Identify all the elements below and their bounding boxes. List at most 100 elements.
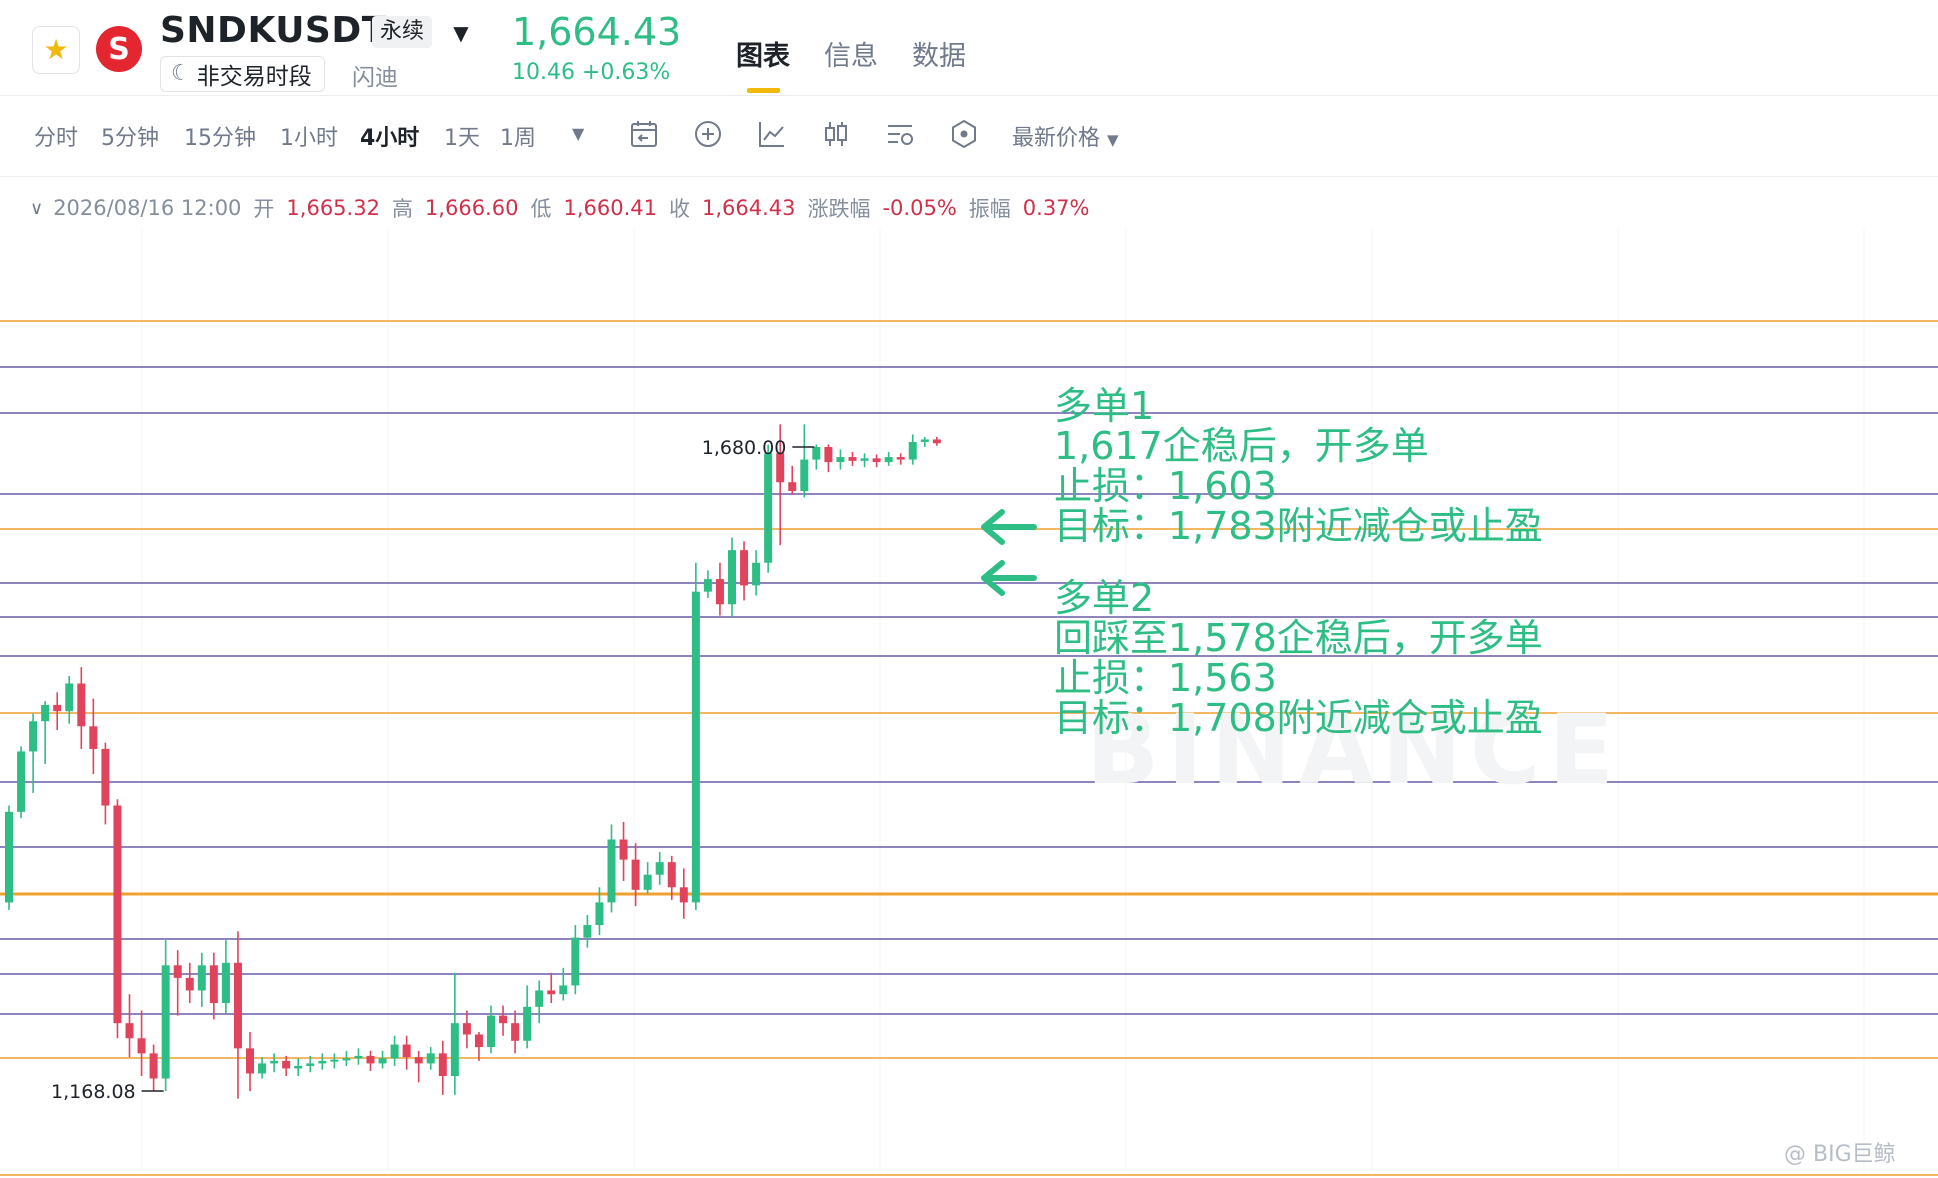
candle-up — [535, 990, 544, 1007]
candle-type-icon[interactable] — [820, 118, 852, 150]
candle-up — [41, 704, 50, 722]
candle-down — [282, 1060, 291, 1069]
candle-down — [101, 748, 110, 806]
candle-down — [89, 726, 98, 749]
candle-up — [559, 985, 568, 995]
interval-4h[interactable]: 4小时 — [360, 120, 419, 152]
candle-up — [197, 965, 206, 991]
active-tab-indicator — [747, 88, 780, 93]
change-value: -0.05% — [882, 196, 957, 220]
price-type-select[interactable]: 最新价格 ▼ — [1012, 120, 1119, 152]
tab-info[interactable]: 信息 — [824, 34, 878, 73]
candle-up — [691, 591, 700, 903]
candle-down — [185, 977, 194, 991]
amplitude-value: 0.37% — [1022, 196, 1090, 220]
annotation-line: 回踩至1,578企稳后，开多单 — [1054, 616, 1543, 660]
candle-up — [655, 862, 664, 875]
candle-up — [294, 1065, 303, 1069]
candle-down — [149, 1053, 158, 1079]
candle-up — [523, 1006, 532, 1041]
candle-down — [137, 1038, 146, 1054]
candle-up — [884, 457, 893, 463]
candle-down — [788, 482, 797, 492]
candle-up — [571, 937, 580, 986]
interval-1w[interactable]: 1周 — [500, 120, 536, 152]
candle-up — [836, 457, 845, 463]
open-value: 1,665.32 — [286, 196, 380, 220]
candle-up — [450, 1023, 459, 1077]
interval-5m[interactable]: 5分钟 — [101, 120, 159, 152]
change-label: 涨跌幅 — [807, 197, 871, 221]
candle-down — [173, 965, 182, 978]
candle-down — [667, 862, 676, 888]
candle-down — [824, 447, 833, 463]
candle-up — [426, 1053, 435, 1064]
candle-up — [764, 453, 773, 563]
candle-down — [474, 1034, 483, 1048]
candle-up — [487, 1015, 495, 1048]
candle-down — [246, 1048, 254, 1074]
candle-up — [920, 439, 929, 442]
symbol-name[interactable]: SNDKUSDT — [160, 10, 387, 51]
more-intervals-icon[interactable]: ▼ — [572, 124, 584, 143]
candle-down — [209, 965, 218, 1004]
candle-up — [161, 965, 170, 1079]
company-name: 闪迪 — [352, 65, 398, 91]
author-credit: @ BIG巨鲸 — [1784, 1142, 1896, 1167]
indicator-icon[interactable] — [756, 118, 788, 150]
candle-down — [402, 1044, 411, 1058]
close-label: 收 — [668, 197, 690, 221]
left-arrow-icon — [981, 560, 1037, 596]
open-label: 开 — [253, 197, 275, 221]
annotation-line: 1,617企稳后，开多单 — [1054, 424, 1429, 468]
candle-up — [390, 1044, 399, 1059]
favorite-button[interactable]: ★ — [32, 26, 80, 74]
candle-up — [378, 1058, 387, 1064]
candle-down — [499, 1015, 508, 1024]
candle-down — [896, 457, 905, 460]
calendar-back-icon[interactable] — [628, 118, 660, 150]
candle-down — [848, 457, 857, 461]
tab-chart[interactable]: 图表 — [736, 34, 790, 73]
annotation-line: 多单1 — [1054, 384, 1155, 428]
candle-up — [860, 458, 869, 461]
price-change: 10.46 +0.63% — [512, 60, 671, 85]
plus-circle-icon[interactable] — [692, 118, 724, 150]
candle-up — [270, 1060, 279, 1064]
header: ★ S SNDKUSDT 永续 ▼ ☾ 非交易时段 闪迪 1,664.43 10… — [0, 0, 1938, 96]
contract-type-badge: 永续 — [372, 16, 433, 48]
interval-1h[interactable]: 1小时 — [280, 120, 338, 152]
session-status-badge: ☾ 非交易时段 — [160, 56, 325, 92]
ohlc-time: 2026/08/16 12:00 — [53, 196, 242, 220]
trade-plan-annotation: 多单1 1,617企稳后，开多单 止损：1,603 目标：1,783附近减仓或止… — [1054, 386, 1543, 738]
candle-up — [728, 550, 736, 605]
candle-down — [53, 704, 62, 712]
candle-up — [306, 1063, 315, 1066]
chevron-down-icon[interactable]: ▼ — [448, 22, 474, 44]
app-window: 1,680.00 1,168.08 BINANCE ★ S SNDKUSDT 永续… — [0, 0, 1938, 1178]
tab-data[interactable]: 数据 — [912, 34, 966, 73]
star-icon: ★ — [43, 33, 69, 66]
caret-down-icon: ▼ — [1107, 131, 1119, 149]
interval-15m[interactable]: 15分钟 — [184, 120, 256, 152]
sandisk-logo: S — [96, 26, 142, 72]
settings-icon[interactable] — [884, 118, 916, 150]
candle-up — [65, 683, 74, 712]
moon-icon: ☾ — [171, 61, 191, 86]
candle-up — [258, 1063, 267, 1074]
candle-down — [631, 859, 640, 890]
candle-down — [233, 962, 242, 1049]
collapse-chevron-icon[interactable]: ∨ — [30, 198, 43, 219]
candle-up — [354, 1055, 363, 1059]
interval-timeline[interactable]: 分时 — [34, 120, 78, 152]
ohlc-info-bar: ∨ 2026/08/16 12:00 开 1,665.32 高 1,666.60… — [30, 192, 1090, 224]
candle-down — [619, 839, 628, 860]
candle-down — [113, 805, 122, 1024]
candle-up — [318, 1060, 327, 1064]
candle-up — [342, 1058, 351, 1061]
hexagon-icon[interactable] — [948, 118, 980, 150]
candle-down — [511, 1023, 520, 1041]
session-status-text: 非交易时段 — [196, 64, 312, 90]
candle-down — [438, 1053, 447, 1077]
interval-1d[interactable]: 1天 — [444, 120, 480, 152]
